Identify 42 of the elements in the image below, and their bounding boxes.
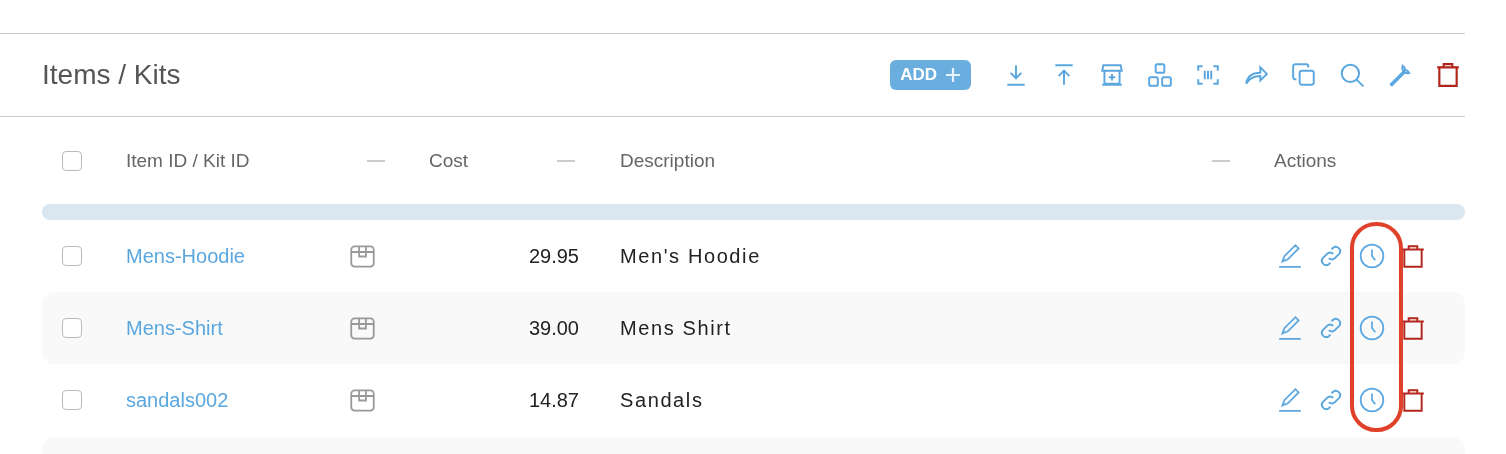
column-header: Item ID / Kit ID: [126, 149, 251, 172]
row-checkbox[interactable]: [62, 318, 82, 338]
barcode-icon[interactable]: [1195, 62, 1221, 88]
plus-icon: [945, 67, 961, 83]
row-checkbox[interactable]: [62, 390, 82, 410]
clock-icon[interactable]: [1359, 387, 1385, 413]
edit-icon[interactable]: [1277, 315, 1303, 341]
table-cell-text: Mens Shirt: [619, 316, 733, 340]
boxes-icon[interactable]: [1147, 62, 1173, 88]
store-icon[interactable]: [1099, 62, 1125, 88]
edit-icon[interactable]: [1277, 387, 1303, 413]
item-link[interactable]: Mens-Hoodie: [126, 244, 245, 267]
trash-icon[interactable]: [1435, 62, 1461, 88]
table-cell-text: 14.87: [527, 388, 580, 412]
clock-icon[interactable]: [1359, 243, 1385, 269]
table-cell-text: 39.00: [527, 316, 580, 340]
select-all-checkbox[interactable]: [62, 150, 82, 171]
copy-icon[interactable]: [1291, 62, 1317, 88]
search-icon[interactable]: [1339, 62, 1365, 88]
add-button[interactable]: ADD: [890, 60, 971, 90]
table-cell-text: 29.95: [527, 244, 580, 268]
link-icon[interactable]: [1318, 315, 1344, 341]
link-icon[interactable]: [1318, 387, 1344, 413]
package-icon: [349, 242, 376, 270]
trash-icon[interactable]: [1400, 315, 1426, 341]
row-checkbox[interactable]: [62, 246, 82, 266]
link-icon[interactable]: [1318, 243, 1344, 269]
package-icon: [349, 314, 376, 342]
column-header: Actions: [1273, 149, 1338, 172]
edit-icon[interactable]: [1277, 243, 1303, 269]
column-header: Description: [620, 149, 716, 172]
trash-icon[interactable]: [1400, 243, 1426, 269]
package-icon: [349, 386, 376, 414]
column-header: Cost: [429, 149, 469, 172]
table-cell-text: Sandals: [619, 388, 705, 412]
page-title: Items / Kits: [42, 59, 181, 91]
table-cell-text: Men's Hoodie: [619, 244, 762, 268]
trash-icon[interactable]: [1400, 387, 1426, 413]
item-link[interactable]: Mens-Shirt: [126, 316, 223, 339]
clock-icon[interactable]: [1359, 315, 1385, 341]
item-link[interactable]: sandals002: [126, 388, 229, 411]
wrench-icon[interactable]: [1387, 62, 1413, 88]
